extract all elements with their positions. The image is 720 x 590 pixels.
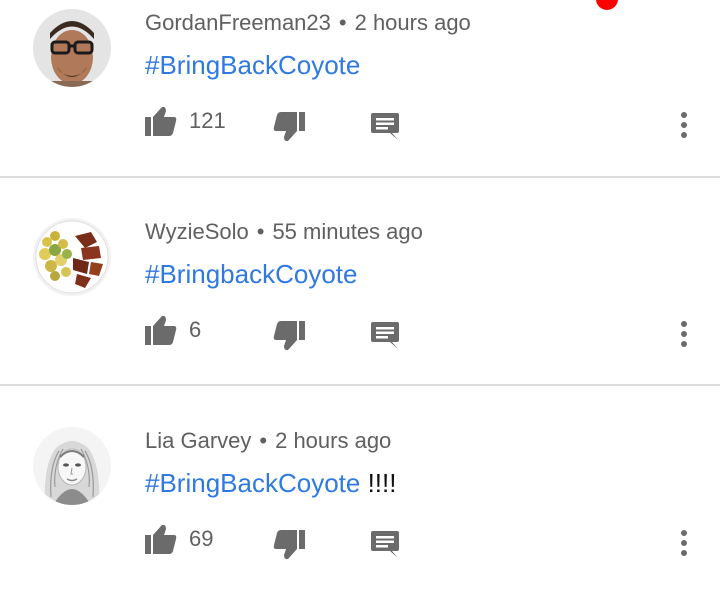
author-name[interactable]: WyzieSolo <box>145 219 249 244</box>
thumbs-down-icon <box>273 112 305 142</box>
like-count: 69 <box>189 526 214 551</box>
reply-button[interactable] <box>370 320 400 350</box>
meta-separator: • <box>338 10 347 35</box>
avatar-glasses-man-icon <box>33 9 111 87</box>
comment-suffix: !!!! <box>360 468 397 498</box>
dislike-button[interactable] <box>273 321 305 351</box>
more-vertical-icon <box>681 321 687 347</box>
reply-comment-icon <box>371 322 399 349</box>
comment-meta: WyzieSolo • 55 minutes ago <box>145 219 423 245</box>
comment-time: 2 hours ago <box>275 428 392 453</box>
author-name[interactable]: GordanFreeman23 <box>145 10 331 35</box>
like-button[interactable]: 121 <box>145 106 226 136</box>
avatar[interactable] <box>33 218 111 296</box>
like-button[interactable]: 69 <box>145 524 213 554</box>
comment-item: WyzieSolo • 55 minutes ago #BringbackCoyot… <box>0 209 720 359</box>
thumbs-up-icon <box>145 106 177 136</box>
reply-comment-icon <box>371 531 399 558</box>
reply-button[interactable] <box>370 111 400 141</box>
divider <box>0 176 720 178</box>
thumbs-up-icon <box>145 315 177 345</box>
avatar[interactable] <box>33 427 111 505</box>
more-vertical-icon <box>681 530 687 556</box>
avatar-sketch-girl-icon <box>33 427 111 505</box>
meta-separator: • <box>259 428 268 453</box>
reply-comment-icon <box>371 113 399 140</box>
comment-text: #BringBackCoyote !!!! <box>145 468 396 498</box>
comment-meta: GordanFreeman23 • 2 hours ago <box>145 10 471 36</box>
comment-actions: 69 <box>0 518 720 562</box>
comment-item: Lia Garvey • 2 hours ago #BringBackCoyote … <box>0 418 720 568</box>
hashtag-link[interactable]: #BringBackCoyote <box>145 50 360 80</box>
thumbs-up-icon <box>145 524 177 554</box>
author-name[interactable]: Lia Garvey <box>145 428 251 453</box>
comment-actions: 6 <box>0 309 720 353</box>
reply-button[interactable] <box>370 529 400 559</box>
avatar[interactable] <box>33 9 111 87</box>
comment-actions: 121 <box>0 100 720 144</box>
more-vertical-icon <box>681 112 687 138</box>
avatar-food-plate-icon <box>33 218 111 296</box>
comment-text: #BringbackCoyote <box>145 259 357 289</box>
more-options-button[interactable] <box>676 319 692 349</box>
comment-text: #BringBackCoyote <box>145 50 360 80</box>
hashtag-link[interactable]: #BringbackCoyote <box>145 259 357 289</box>
meta-separator: • <box>256 219 265 244</box>
hashtag-link[interactable]: #BringBackCoyote <box>145 468 360 498</box>
comment-meta: Lia Garvey • 2 hours ago <box>145 428 391 454</box>
divider <box>0 384 720 386</box>
more-options-button[interactable] <box>676 528 692 558</box>
comments-page: GordanFreeman23 • 2 hours ago #BringBackCo… <box>0 0 720 590</box>
like-count: 121 <box>189 108 226 133</box>
like-count: 6 <box>189 317 202 342</box>
thumbs-down-icon <box>273 321 305 351</box>
dislike-button[interactable] <box>273 112 305 142</box>
more-options-button[interactable] <box>676 110 692 140</box>
thumbs-down-icon <box>273 530 305 560</box>
dislike-button[interactable] <box>273 530 305 560</box>
comment-time: 2 hours ago <box>354 10 471 35</box>
comment-time: 55 minutes ago <box>272 219 423 244</box>
like-button[interactable]: 6 <box>145 315 201 345</box>
comment-item: GordanFreeman23 • 2 hours ago #BringBackCo… <box>0 0 720 150</box>
